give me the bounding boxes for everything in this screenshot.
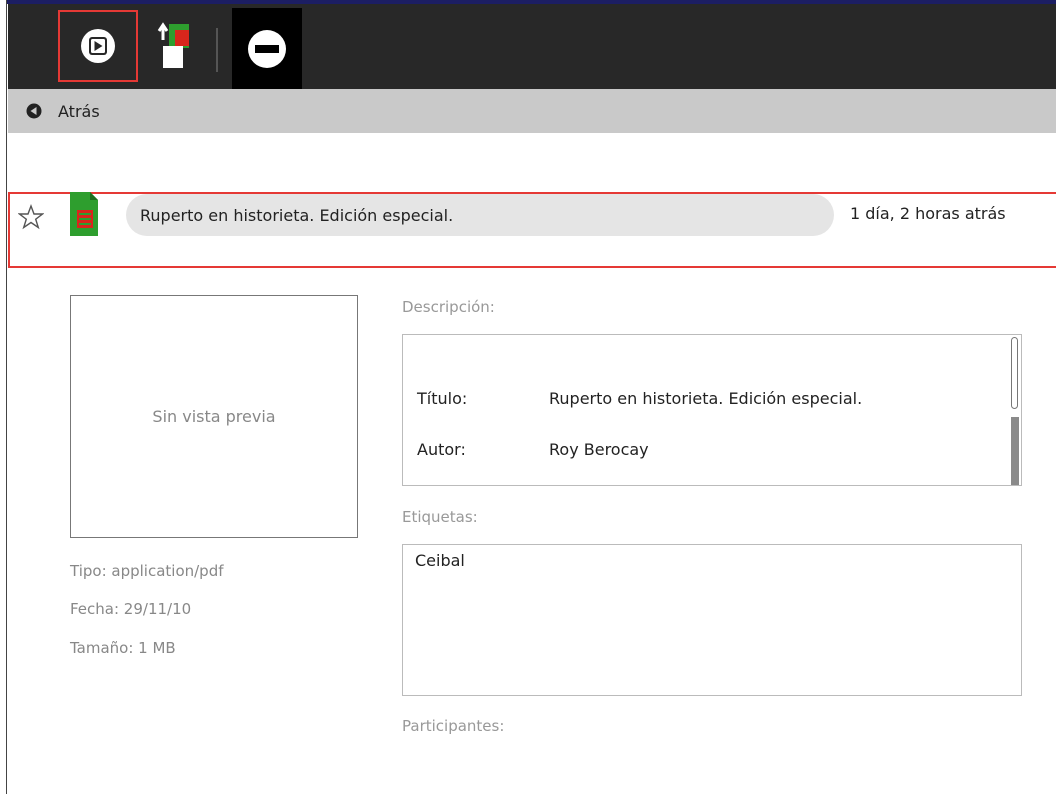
tags-label: Etiquetas:: [402, 508, 478, 526]
description-field[interactable]: Título: Ruperto en historieta. Edición e…: [402, 334, 1022, 486]
meta-size: Tamaño: 1 MB: [70, 639, 176, 657]
back-bar[interactable]: Atrás: [8, 89, 1056, 133]
copy-to-icon: [157, 22, 189, 68]
toolbar-separator: [216, 28, 218, 72]
pdf-document-icon[interactable]: [68, 190, 100, 238]
description-key: Título:: [417, 389, 468, 408]
back-arrow-icon: [26, 103, 42, 119]
entry-title-field[interactable]: Ruperto en historieta. Edición especial.: [126, 194, 834, 236]
description-value: Ruperto en historieta. Edición especial.: [549, 389, 863, 408]
participants-label: Participantes:: [402, 717, 505, 735]
description-row-title: Título: Ruperto en historieta. Edición e…: [417, 389, 862, 408]
scrollbar-track: [1011, 337, 1018, 409]
tags-value: Ceibal: [415, 551, 465, 570]
description-label: Descripción:: [402, 298, 495, 316]
resume-button[interactable]: [58, 10, 138, 82]
erase-button[interactable]: [232, 8, 302, 89]
tags-field[interactable]: Ceibal: [402, 544, 1022, 696]
preview-box: Sin vista previa: [70, 295, 358, 538]
journal-entry-row: Ruperto en historieta. Edición especial.…: [8, 192, 1056, 268]
entry-date: 1 día, 2 horas atrás: [850, 204, 1006, 223]
copy-to-button[interactable]: [148, 16, 198, 76]
preview-placeholder: Sin vista previa: [152, 407, 276, 426]
play-circle-icon: [81, 29, 115, 63]
meta-date: Fecha: 29/11/10: [70, 600, 192, 618]
meta-type: Tipo: application/pdf: [70, 562, 224, 580]
minus-circle-icon: [248, 29, 286, 68]
description-scrollbar[interactable]: [1011, 337, 1019, 485]
toolbar: [8, 4, 1056, 89]
description-key: Autor:: [417, 440, 466, 459]
star-outline-icon[interactable]: [18, 204, 44, 230]
scrollbar-thumb[interactable]: [1011, 417, 1019, 485]
description-value: Roy Berocay: [549, 440, 649, 459]
window-left-border: [0, 0, 7, 794]
back-label: Atrás: [58, 101, 100, 121]
description-row-author: Autor: Roy Berocay: [417, 440, 649, 459]
